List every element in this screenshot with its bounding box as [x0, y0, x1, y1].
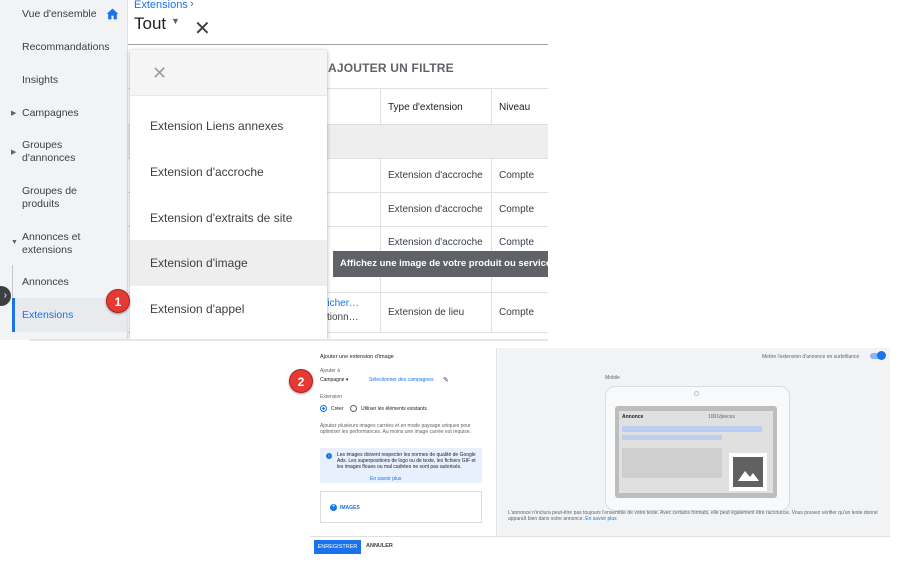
column-header-level[interactable]: Niveau: [499, 102, 530, 113]
dropdown-caret-icon[interactable]: ▼: [171, 16, 180, 26]
screenshot-edge: [30, 339, 548, 341]
preview-disclaimer: L'annonce n'inclura peut-être pas toujou…: [508, 510, 878, 522]
extensions-page-screenshot: Vue d'ensemble Recommandations Insights …: [0, 0, 548, 340]
toggle-knob[interactable]: [877, 351, 886, 360]
cancel-button[interactable]: ANNULER: [366, 543, 393, 549]
info-link[interactable]: En savoir plus: [370, 476, 401, 482]
header-divider: [128, 44, 548, 45]
table-cell-level: Compte: [499, 204, 535, 215]
table-cell-type: Extension de lieu: [388, 307, 465, 318]
sidebar: Vue d'ensemble Recommandations Insights …: [0, 0, 128, 340]
help-text: Ajoutez plusieurs images carrées et en m…: [320, 423, 471, 435]
home-icon: [106, 8, 119, 20]
step-badge-2: 2: [289, 369, 313, 393]
image-extension-form-screenshot: Ajouter une extension d'image Ajouter à …: [310, 348, 890, 558]
radio-existing[interactable]: [350, 405, 357, 412]
ad-label: Annonce: [622, 414, 644, 420]
menu-item-callout[interactable]: Extension d'accroche: [130, 149, 327, 195]
sidebar-item-product-groups[interactable]: Groupes de produits: [0, 185, 90, 211]
table-cell-level: Compte: [499, 307, 535, 318]
preview-disclaimer-link[interactable]: En savoir plus: [585, 516, 616, 522]
menu-item-call[interactable]: Extension d'appel: [130, 286, 327, 332]
table-cell-type: Extension d'accroche: [388, 204, 483, 215]
preview-disclaimer-text: L'annonce n'inclura peut-être pas toujou…: [508, 510, 878, 522]
extension-label: Extension: [320, 394, 342, 400]
expand-arrow-icon: ▶: [11, 110, 17, 117]
sidebar-item-label: Extensions: [22, 309, 74, 321]
sidebar-item-label: Recommandations: [22, 41, 110, 53]
phone-camera: [694, 391, 699, 396]
add-images-button[interactable]: IMAGES: [340, 505, 360, 511]
filter-select[interactable]: Tout: [134, 14, 166, 34]
sidebar-item-label: Groupes d'annonces: [22, 139, 76, 164]
sidebar-item-campaigns[interactable]: ▶ Campagnes: [0, 107, 128, 120]
link-line: fficher…: [322, 298, 360, 309]
sidebar-item-insights[interactable]: Insights: [0, 74, 128, 87]
sidebar-item-recommendations[interactable]: Recommandations: [0, 41, 128, 54]
sidebar-item-label: Insights: [22, 74, 59, 86]
close-icon[interactable]: ✕: [194, 16, 211, 41]
menu-item-image[interactable]: Extension d'image: [130, 240, 327, 286]
sidebar-item-extensions[interactable]: Extensions: [0, 309, 128, 322]
device-label: Mobile: [605, 375, 620, 381]
sidebar-item-label: Annonces: [22, 276, 69, 288]
table-cell-level: Compte: [499, 237, 535, 248]
info-text: Les images doivent respecter les normes …: [337, 452, 476, 470]
table-cell-type: Extension d'accroche: [388, 170, 483, 181]
add-to-value: Campagne: [320, 377, 345, 383]
menu-item-structured-snippet[interactable]: Extension d'extraits de site: [130, 195, 327, 241]
ad-url: 1001/pieces: [708, 414, 735, 420]
toggle-label: Mettre l'extension d'annonce en surbrill…: [762, 354, 860, 360]
extension-type-menu: ✕ Extension Liens annexes Extension d'ac…: [130, 50, 327, 340]
add-to-select[interactable]: Campagne ▾: [320, 377, 348, 383]
pencil-icon[interactable]: ✎: [443, 376, 449, 384]
ad-headline-placeholder: [622, 435, 722, 440]
add-to-label: Ajouter à: [320, 368, 341, 374]
radio-create-label: Créer: [331, 406, 344, 412]
form-title: Ajouter une extension d'image: [320, 354, 394, 360]
step-badge-1: 1: [106, 289, 130, 313]
table-cell-link[interactable]: fficher… ctionn…: [322, 297, 359, 325]
breadcrumb-chevron-icon: ›: [190, 0, 194, 10]
sidebar-item-ads[interactable]: Annonces: [0, 276, 128, 289]
link-line: ctionn…: [322, 312, 359, 323]
radio-existing-label: Utiliser les éléments existants: [361, 406, 427, 412]
add-filter-button[interactable]: AJOUTER UN FILTRE: [328, 61, 454, 75]
table-cell-type: Extension d'accroche: [388, 237, 483, 248]
menu-item-sitelink[interactable]: Extension Liens annexes: [130, 103, 327, 149]
collapse-arrow-icon: ▼: [11, 239, 18, 246]
sidebar-item-ads-and-extensions[interactable]: ▼ Annonces et extensions: [0, 231, 95, 257]
sidebar-item-label: Annonces et extensions: [22, 231, 81, 256]
close-icon[interactable]: ✕: [152, 63, 167, 84]
expand-arrow-icon: ▶: [11, 149, 17, 156]
sidebar-item-ad-groups[interactable]: ▶ Groupes d'annonces: [0, 139, 90, 165]
sidebar-item-label: Vue d'ensemble: [22, 8, 97, 20]
sidebar-item-label: Groupes de produits: [22, 185, 77, 210]
radio-create[interactable]: [320, 405, 327, 412]
add-icon[interactable]: +: [330, 504, 337, 511]
sidebar-item-label: Campagnes: [22, 107, 79, 119]
ad-description-placeholder: [622, 448, 722, 478]
info-icon: i: [326, 453, 332, 459]
form-footer: [310, 536, 890, 558]
table-cell-level: Compte: [499, 170, 535, 181]
image-icon: [733, 457, 763, 487]
breadcrumb[interactable]: Extensions: [134, 0, 188, 11]
save-button[interactable]: ENREGISTRER: [314, 540, 361, 554]
ad-headline-placeholder: [622, 426, 762, 432]
column-header-type[interactable]: Type d'extension: [388, 102, 463, 113]
select-campaigns-link[interactable]: Sélectionner des campagnes: [369, 377, 434, 383]
tooltip: Affichez une image de votre produit ou s…: [333, 251, 548, 277]
